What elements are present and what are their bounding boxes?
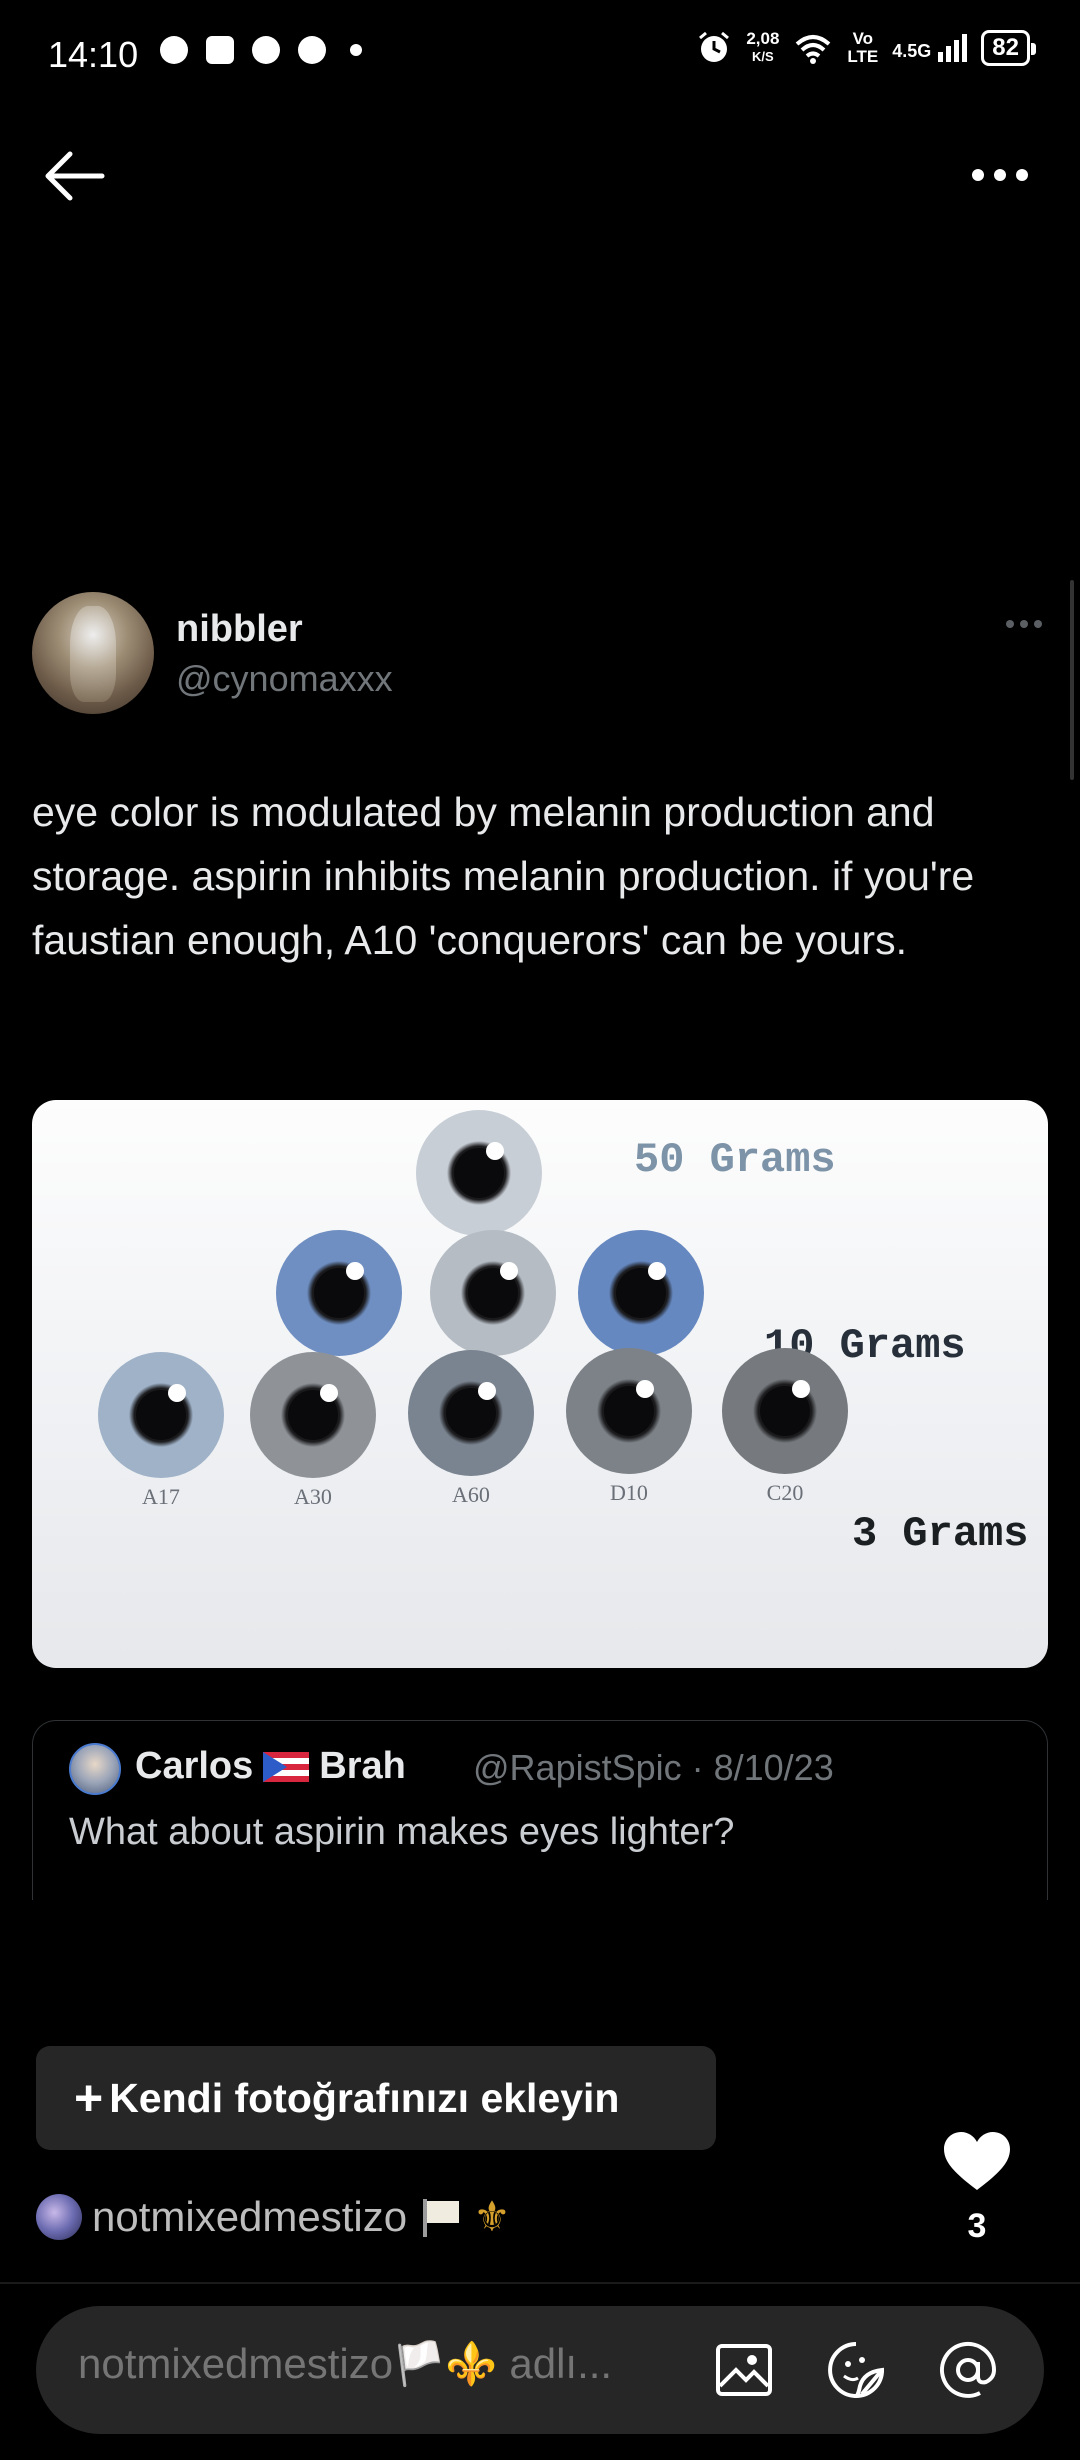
eye-c20: [722, 1348, 848, 1474]
quote-text: What about aspirin makes eyes lighter?: [69, 1811, 735, 1853]
status-time: 14:10: [48, 34, 139, 75]
eye-chart-image: 50 Grams 10 Grams 3 Grams A10A40A20A50A1…: [32, 1100, 1048, 1668]
network-type: 4.5G: [892, 41, 932, 61]
dot-icon: [994, 169, 1006, 181]
tweet-author-handle: @cynomaxxx: [176, 658, 393, 699]
author-name: notmixedmestizo: [92, 2192, 408, 2240]
net-speed-value: 2,08: [746, 29, 780, 48]
network-speed: 2,08 K/S: [746, 30, 779, 66]
divider: [0, 2282, 1080, 2284]
eye-a10: [416, 1110, 542, 1236]
alarm-icon: [699, 31, 730, 62]
volte-bottom: LTE: [847, 47, 879, 66]
tweet-more-icon: [1006, 620, 1042, 628]
battery-icon: 82: [981, 30, 1036, 66]
pin-author[interactable]: notmixedmestizo ⚜: [36, 2192, 511, 2241]
signal-icon: 4.5G: [892, 34, 968, 62]
eye-a50: [578, 1230, 704, 1356]
net-speed-unit: K/S: [752, 49, 774, 64]
sticker-icon[interactable]: [824, 2338, 888, 2402]
more-options-button[interactable]: [960, 145, 1040, 205]
fleur-de-lis-icon: ⚜: [473, 2193, 511, 2240]
mention-icon[interactable]: [936, 2338, 1000, 2402]
back-button[interactable]: [40, 140, 112, 212]
quote-author-name: Carlos Brah: [135, 1745, 406, 1788]
wifi-icon: [796, 35, 831, 64]
tweet-author-avatar: [32, 592, 154, 714]
volte-indicator: Vo LTE: [847, 30, 878, 66]
author-avatar: [36, 2193, 82, 2240]
eye-d10: [566, 1348, 692, 1474]
flag-icon: [263, 1751, 310, 1782]
heart-icon: [944, 2132, 1010, 2190]
quote-name-last: Brah: [319, 1745, 406, 1787]
notification-icons: [160, 36, 362, 64]
eye-label: A60: [452, 1482, 490, 1507]
volte-top: Vo: [852, 29, 874, 48]
tier-50-label: 50 Grams: [634, 1136, 836, 1184]
notification-icon: [160, 36, 188, 64]
tweet-text: eye color is modulated by melanin produc…: [32, 789, 975, 963]
chat-icon: [298, 36, 326, 64]
comment-bar: [36, 2306, 1044, 2434]
white-flag-icon: [419, 2197, 463, 2237]
scrollbar: [1070, 580, 1074, 780]
more-notifications-dot: [350, 44, 362, 56]
post-image[interactable]: nibbler @cynomaxxx eye color is modulate…: [0, 580, 1080, 1910]
image-icon[interactable]: [712, 2338, 776, 2402]
status-bar: 14:10 2,08 K/S Vo LTE 4.5G 82: [0, 0, 1080, 110]
tweet-author-name: nibbler: [176, 608, 303, 650]
box-icon: [206, 36, 234, 64]
quote-name-first: Carlos: [135, 1745, 254, 1787]
eye-label: C20: [766, 1480, 804, 1505]
add-own-photo-button[interactable]: + Kendi fotoğrafınızı ekleyin: [36, 2046, 716, 2150]
add-photo-label: Kendi fotoğrafınızı ekleyin: [109, 2074, 620, 2121]
quote-avatar: [69, 1743, 121, 1795]
comment-input[interactable]: [78, 2340, 698, 2388]
eye-label: D10: [610, 1480, 648, 1505]
eye-a17: [98, 1352, 224, 1478]
quoted-tweet[interactable]: Carlos Brah @RapistSpic · 8/10/23 What a…: [32, 1720, 1048, 1900]
plus-icon: +: [74, 2070, 104, 2126]
eye-label: A17: [142, 1484, 180, 1509]
status-right: 2,08 K/S Vo LTE 4.5G 82: [696, 30, 1036, 66]
dot-icon: [972, 169, 984, 181]
like-button[interactable]: 3: [936, 2130, 1018, 2250]
quote-meta: @RapistSpic · 8/10/23: [473, 1747, 834, 1788]
dot-icon: [1016, 169, 1028, 181]
arrow-left-icon: [45, 151, 105, 201]
eye-a30: [250, 1352, 376, 1478]
eye-a20: [430, 1230, 556, 1356]
eye-a40: [276, 1230, 402, 1356]
eye-a60: [408, 1350, 534, 1476]
app-icon: [252, 36, 280, 64]
like-count: 3: [967, 2207, 987, 2245]
eye-label: A30: [294, 1484, 332, 1509]
tier-3-label: 3 Grams: [852, 1510, 1029, 1558]
